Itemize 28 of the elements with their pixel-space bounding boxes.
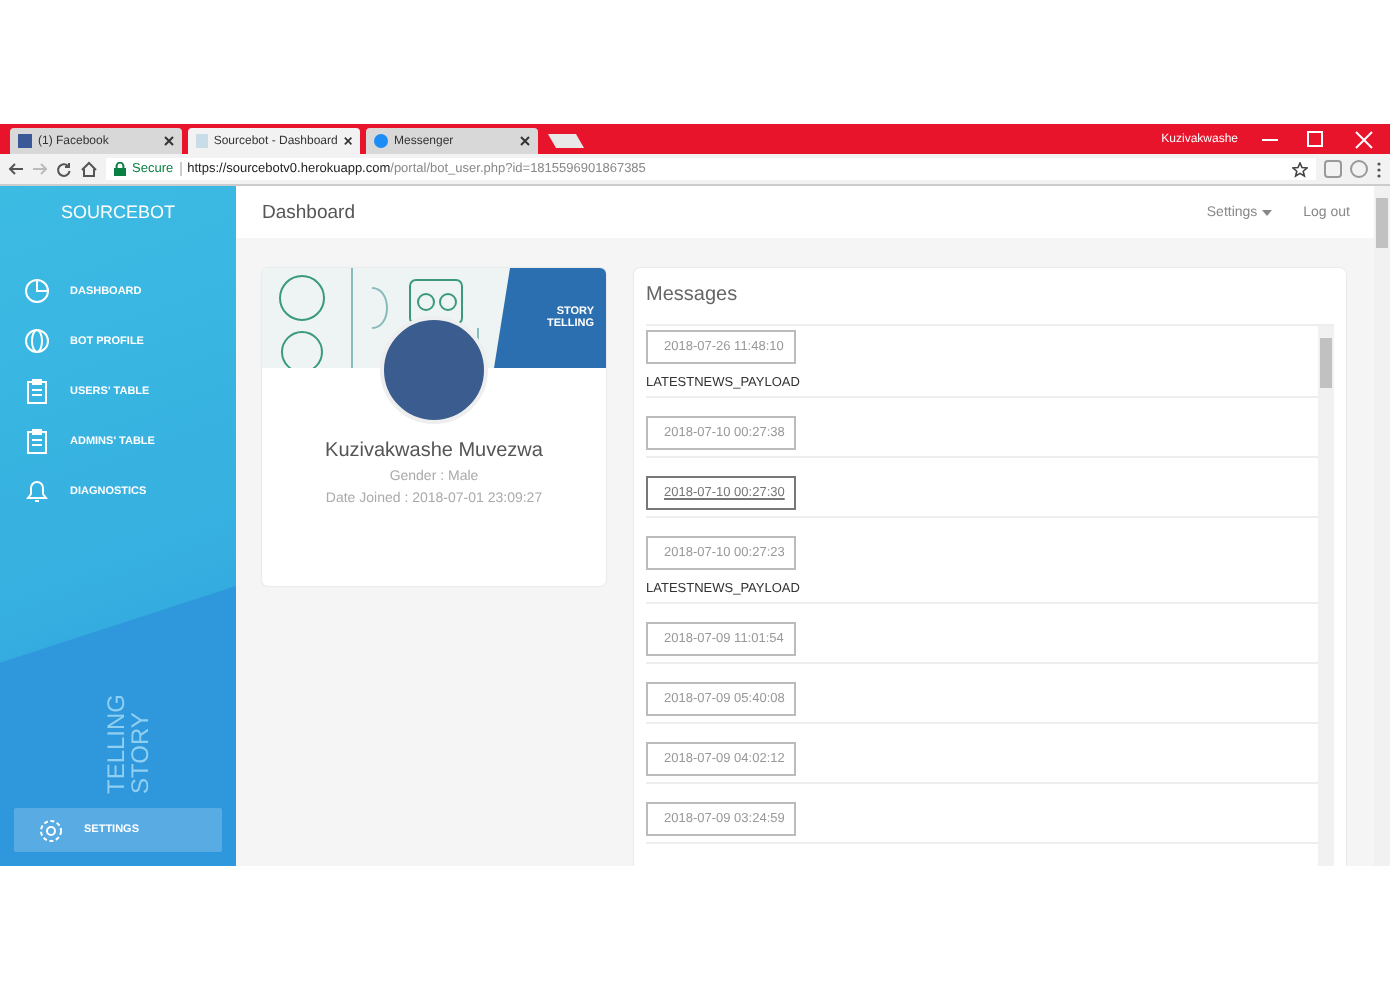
lock-icon bbox=[114, 162, 126, 176]
menu-icon[interactable] bbox=[1376, 161, 1382, 177]
settings-icon bbox=[38, 817, 64, 843]
maximize-icon[interactable] bbox=[1307, 130, 1323, 146]
home-icon[interactable] bbox=[80, 160, 98, 178]
caret-icon bbox=[1261, 209, 1272, 215]
page-title: Dashboard bbox=[262, 201, 355, 223]
close-icon[interactable] bbox=[164, 136, 174, 146]
close-icon[interactable] bbox=[343, 136, 352, 146]
profile-name: Kuzivakwashe Muvezwa bbox=[325, 440, 543, 462]
scrollbar[interactable] bbox=[1374, 186, 1390, 866]
clipboard-icon bbox=[24, 428, 50, 454]
globe-icon bbox=[24, 328, 50, 354]
bell-icon bbox=[24, 478, 50, 504]
bookmark-star-icon[interactable] bbox=[1292, 161, 1308, 177]
page-icon bbox=[196, 134, 208, 148]
minimize-icon[interactable] bbox=[1261, 138, 1279, 140]
clipboard-icon bbox=[24, 378, 50, 404]
backdrop-text: STORY TELLING bbox=[104, 694, 152, 794]
new-tab-button[interactable] bbox=[547, 134, 585, 148]
brand-logo: SOURCEBOT bbox=[58, 200, 177, 226]
card-title: Messages bbox=[646, 284, 740, 306]
pie-chart-icon bbox=[24, 278, 50, 304]
back-arrow-icon[interactable] bbox=[8, 162, 24, 176]
facebook-icon bbox=[18, 134, 32, 148]
scrollbar[interactable] bbox=[1318, 326, 1334, 866]
close-icon[interactable] bbox=[520, 136, 530, 146]
reload-icon[interactable] bbox=[56, 161, 72, 177]
